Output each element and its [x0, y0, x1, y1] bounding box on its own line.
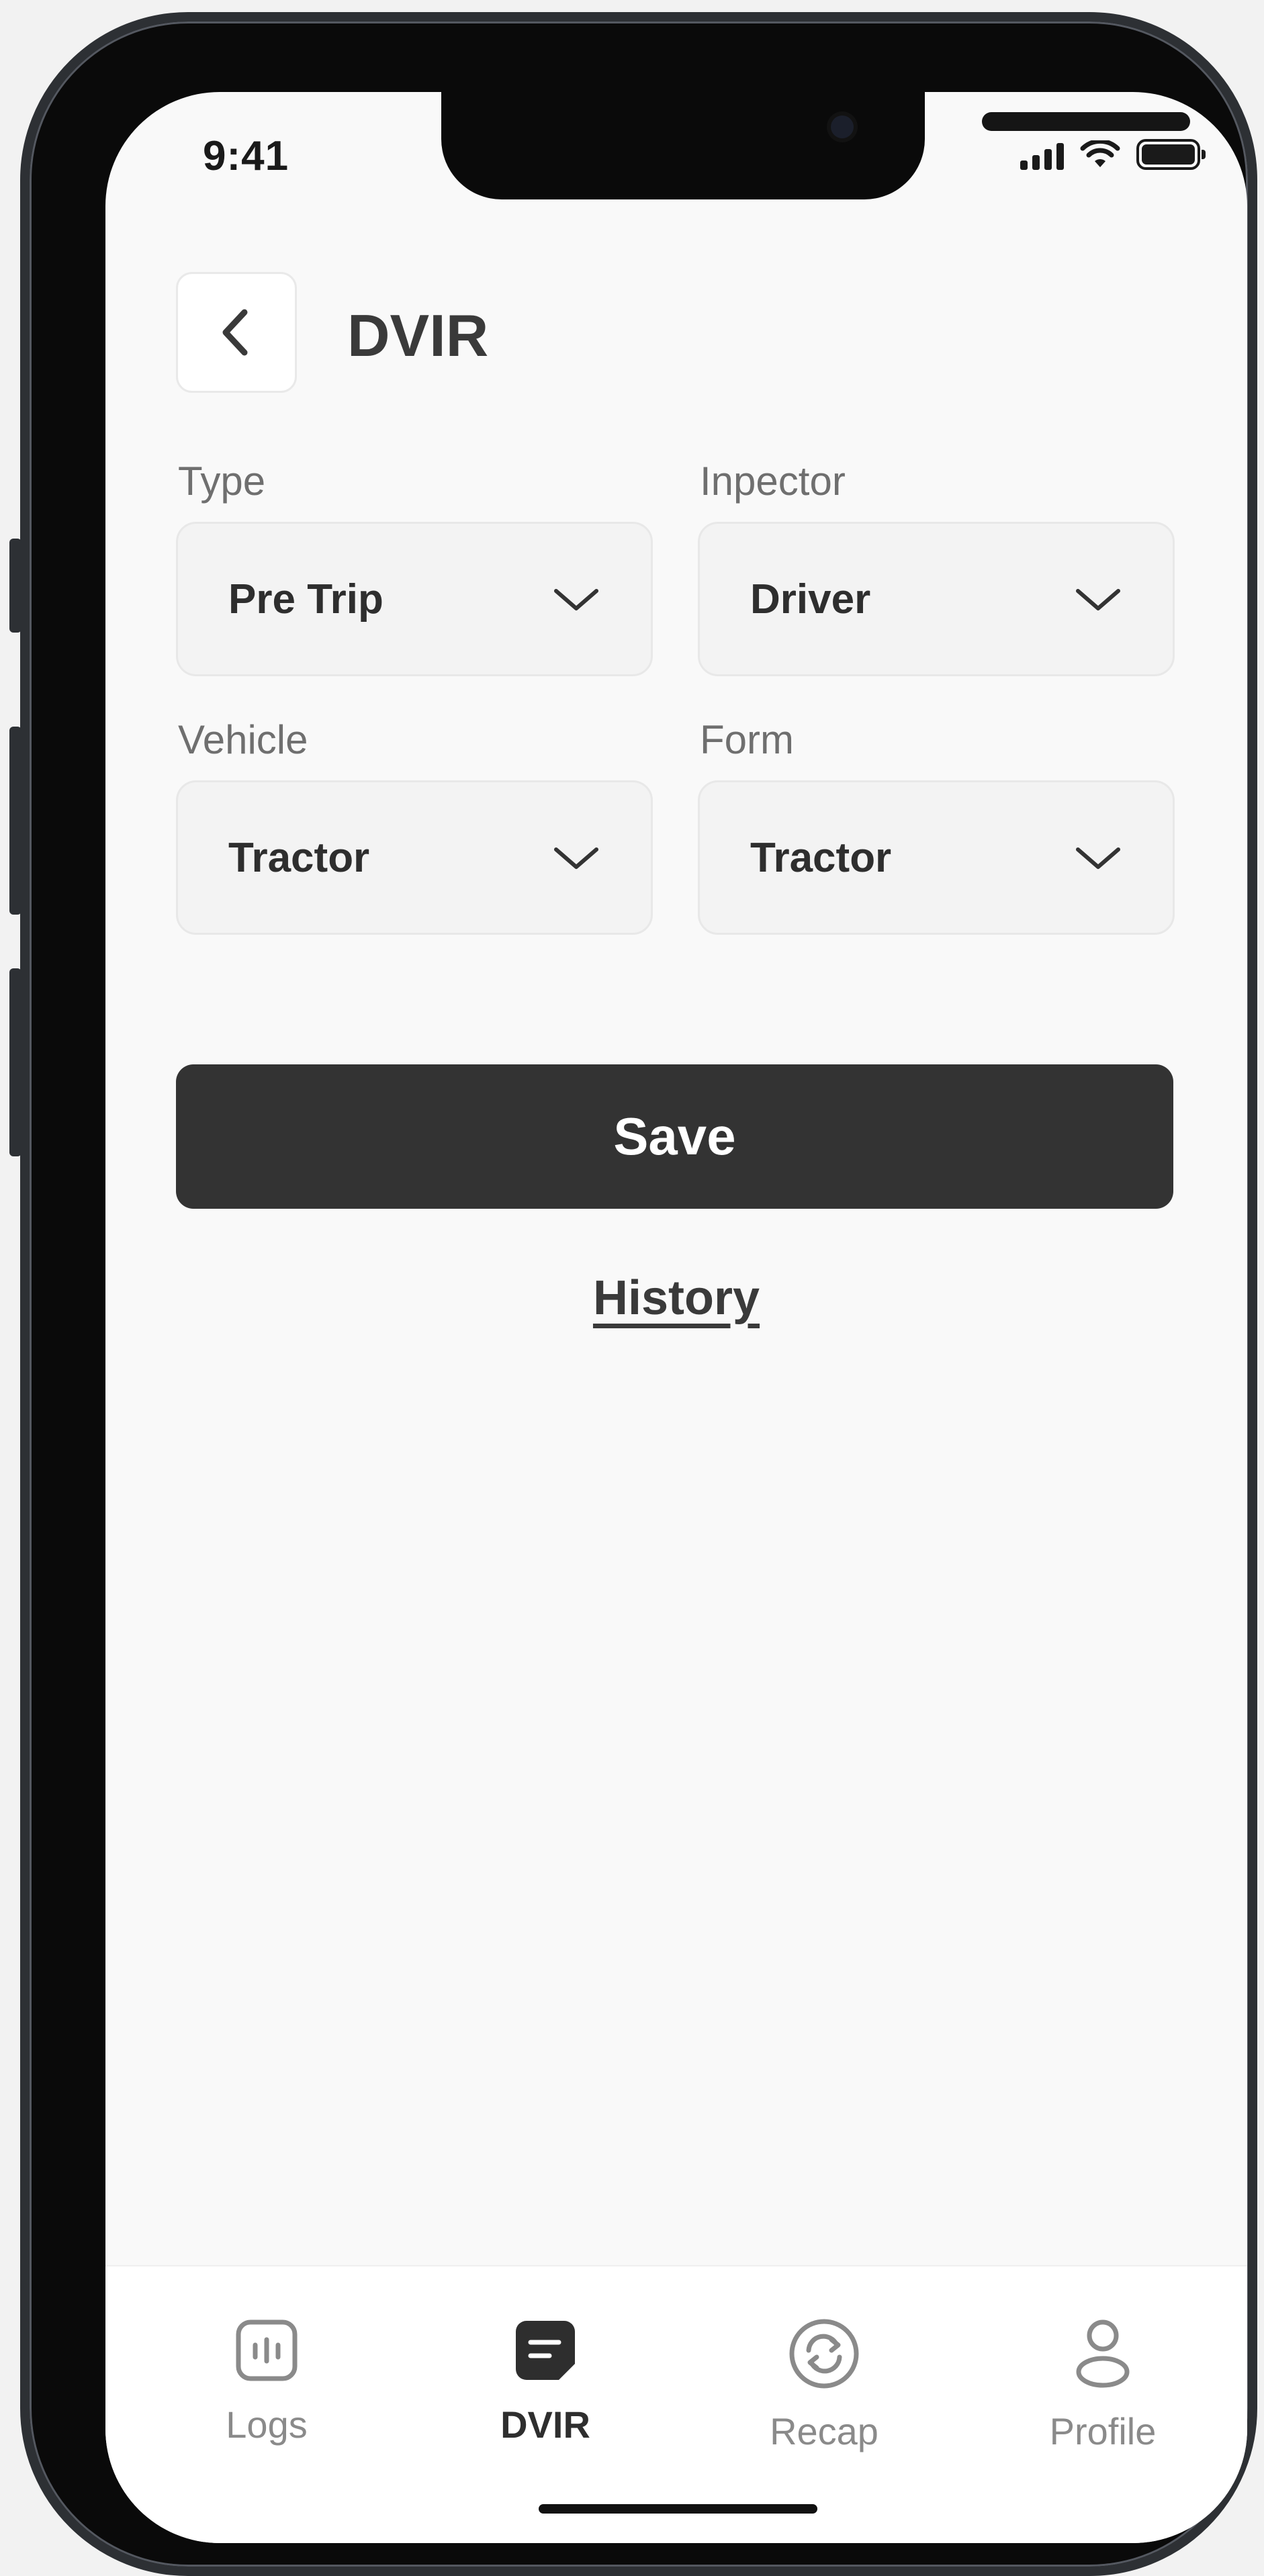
speaker-grille	[982, 112, 1190, 131]
form-label: Form	[700, 717, 794, 762]
type-select-value: Pre Trip	[228, 576, 383, 623]
inspector-select-value: Driver	[750, 576, 871, 623]
notch	[441, 92, 1190, 199]
profile-icon	[1076, 2319, 1130, 2388]
home-indicator[interactable]	[539, 2504, 817, 2514]
vehicle-select-value: Tractor	[228, 834, 370, 881]
cellular-signal-icon	[1020, 142, 1064, 170]
vehicle-label: Vehicle	[178, 717, 308, 762]
tab-dvir[interactable]: DVIR	[411, 2317, 680, 2446]
back-button[interactable]	[176, 272, 297, 393]
front-camera	[831, 116, 854, 138]
inspector-select[interactable]: Driver	[698, 522, 1175, 676]
dvir-document-icon	[516, 2321, 575, 2380]
tab-profile-label: Profile	[1049, 2410, 1157, 2452]
chevron-down-icon	[554, 589, 598, 610]
chevron-down-icon	[554, 847, 598, 869]
tab-recap[interactable]: Recap	[690, 2317, 958, 2453]
chevron-down-icon	[1076, 589, 1120, 610]
wifi-icon	[1080, 140, 1120, 167]
form-select-value: Tractor	[750, 834, 892, 881]
tab-dvir-label: DVIR	[500, 2403, 590, 2446]
status-icons	[1020, 139, 1206, 170]
tab-profile[interactable]: Profile	[968, 2317, 1237, 2453]
chevron-left-icon	[222, 309, 248, 356]
chevron-down-icon	[1076, 847, 1120, 869]
status-time: 9:41	[203, 133, 289, 179]
form-select[interactable]: Tractor	[698, 780, 1175, 935]
tab-bar: Logs DVIR Recap Profile	[105, 2265, 1247, 2543]
history-link[interactable]: History	[105, 1271, 1247, 1326]
vehicle-select[interactable]: Tractor	[176, 780, 653, 935]
type-label: Type	[178, 459, 266, 504]
phone-frame: 9:41 DVIR Type Pre Trip Inpector Driver …	[9, 12, 1257, 2576]
tab-logs-label: Logs	[226, 2403, 308, 2446]
tab-recap-label: Recap	[770, 2410, 878, 2452]
page-title: DVIR	[347, 302, 489, 369]
battery-icon	[1136, 139, 1206, 170]
inspector-label: Inpector	[700, 459, 846, 504]
mute-switch	[9, 539, 21, 633]
volume-down-button	[9, 968, 21, 1156]
type-select[interactable]: Pre Trip	[176, 522, 653, 676]
recap-refresh-icon	[789, 2319, 859, 2389]
save-button[interactable]: Save	[176, 1064, 1173, 1209]
logs-icon	[236, 2319, 298, 2381]
phone-screen: 9:41 DVIR Type Pre Trip Inpector Driver …	[105, 92, 1247, 2543]
volume-up-button	[9, 727, 21, 915]
tab-logs[interactable]: Logs	[132, 2317, 401, 2446]
